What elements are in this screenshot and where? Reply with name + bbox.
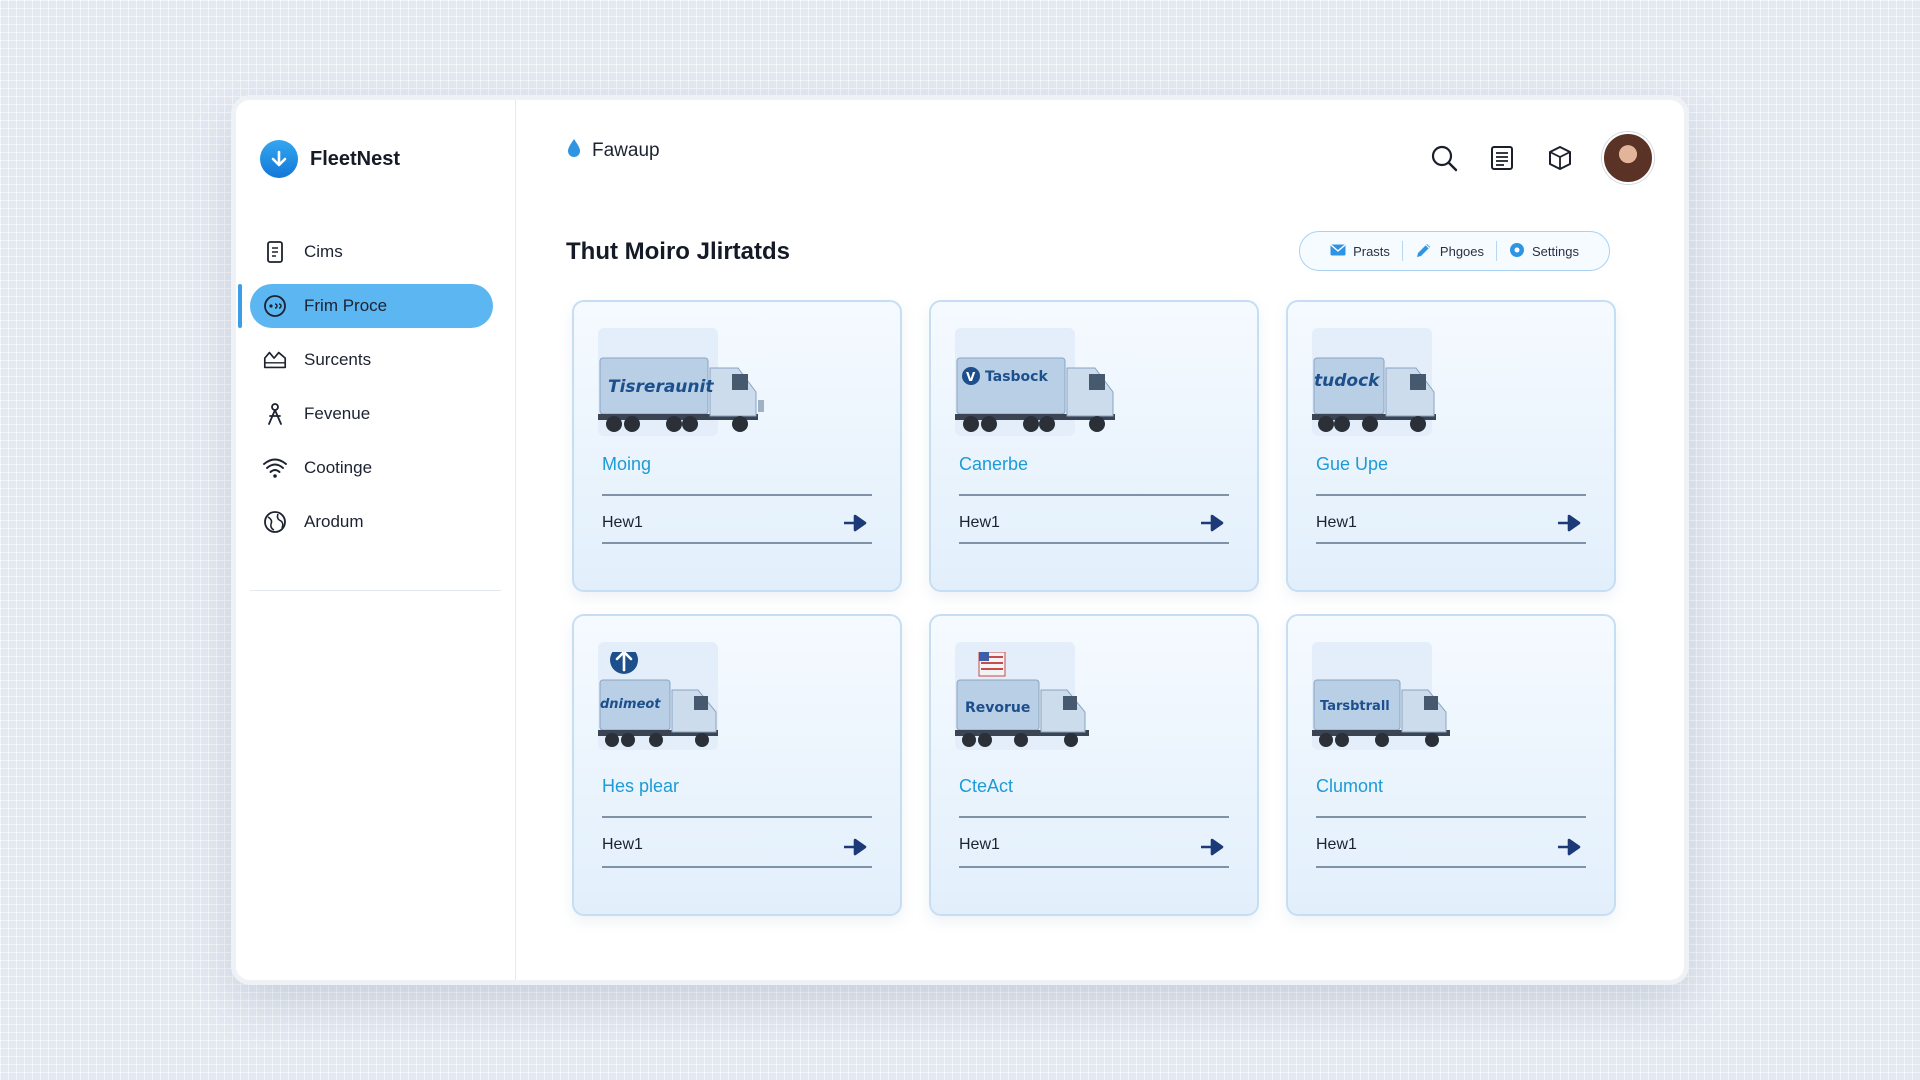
segment-label: Phgoes [1439,243,1485,259]
truck-image: V Tasbock [955,357,1115,432]
app-window: FleetNest Cims Frim Proce Surcents Feven… [236,100,1684,980]
card-footer: Hew1 [602,836,643,853]
svg-text:V: V [966,370,976,384]
card-title: CteAct [959,776,1014,796]
fleet-card[interactable]: Revorue CteAct Hew1 [929,614,1259,916]
card-footer: Hew1 [1316,836,1357,853]
truck-image: tudock [1312,357,1436,432]
sidebar-item-label: Frim Proce [304,296,388,315]
card-divider [602,542,872,544]
card-footer: Hew1 [959,514,1000,531]
card-divider [602,866,872,868]
truck-image: dnimeot [598,652,718,747]
truck-image: Tarsbtrall [1312,679,1450,747]
box-icon[interactable] [1544,142,1576,174]
pencil-icon [1415,241,1433,262]
card-divider [1316,542,1586,544]
arrow-right-icon[interactable] [1556,838,1582,856]
sidebar-nav: Cims Frim Proce Surcents Fevenue Cooting… [236,230,515,554]
header-title: Fawaup [566,138,660,164]
fleet-card[interactable]: dnimeot Hes plear Hew1 [572,614,902,916]
wifi-icon [262,455,288,481]
truck-image: Tisreraunit [598,357,764,432]
segment-phgoes[interactable]: Phgoes [1403,241,1496,262]
sidebar: FleetNest Cims Frim Proce Surcents Feven… [236,100,516,980]
card-divider [959,866,1229,868]
list-icon[interactable] [1486,142,1518,174]
card-divider [1316,866,1586,868]
sidebar-item-surcents[interactable]: Surcents [236,338,515,382]
arrow-right-icon[interactable] [1556,514,1582,532]
sidebar-item-label: Fevenue [304,404,371,423]
sidebar-item-label: Surcents [304,350,372,369]
fleet-card[interactable]: Tarsbtrall Clumont Hew1 [1286,614,1616,916]
segment-prasts[interactable]: Prasts [1318,244,1402,259]
person-icon [262,401,288,427]
fleet-card[interactable]: V Tasbock Canerbe Hew1 [929,300,1259,592]
page-title: Thut Moiro Jlirtatds [566,238,790,265]
sidebar-item-fevenue[interactable]: Fevenue [236,392,515,436]
segmented-control: Prasts Phgoes Settings [1299,231,1610,271]
card-title: Gue Upe [1316,454,1389,474]
truck-label: dnimeot [600,697,661,712]
card-footer: Hew1 [602,514,643,531]
truck-label: Revorue [965,700,1030,716]
card-title: Clumont [1316,776,1384,796]
brand-name: FleetNest [310,147,401,170]
card-divider [602,816,872,818]
card-divider [1316,816,1586,818]
truck-label: Tasbock [985,369,1048,385]
top-header: Fawaup [516,100,1684,200]
search-icon[interactable] [1428,142,1460,174]
card-footer: Hew1 [1316,514,1357,531]
segment-label: Settings [1532,243,1579,259]
chat-icon [262,293,288,319]
flag-icon [978,652,1006,677]
card-divider [959,816,1229,818]
document-icon [262,239,288,265]
droplet-icon [566,138,582,164]
sidebar-item-label: Cims [304,242,343,261]
header-actions [1428,132,1654,184]
arrow-right-icon[interactable] [1199,838,1225,856]
crown-icon [262,347,288,373]
sidebar-item-arodum[interactable]: Arodum [236,500,515,544]
card-grid: Tisreraunit Moing Hew1 V Tasbock Canerbe… [572,300,1616,916]
sidebar-item-cootinge[interactable]: Cootinge [236,446,515,490]
sidebar-item-label: Arodum [304,512,364,531]
brand-logo-icon [260,140,298,178]
truck-image: Revorue [955,652,1089,747]
header-title-text: Fawaup [592,140,660,161]
gear-icon [1509,242,1525,261]
sidebar-divider [250,590,501,591]
card-title: Canerbe [959,454,1029,474]
arrow-right-icon[interactable] [842,838,868,856]
brand[interactable]: FleetNest [260,140,400,178]
card-divider [959,542,1229,544]
arrow-right-icon[interactable] [1199,514,1225,532]
truck-label: Tisreraunit [608,377,714,397]
truck-label: tudock [1314,371,1381,391]
mail-icon [1330,243,1346,259]
globe-icon [262,509,288,535]
card-title: Hes plear [602,776,680,796]
card-divider [602,494,872,496]
card-divider [959,494,1229,496]
avatar[interactable] [1602,132,1654,184]
segment-settings[interactable]: Settings [1497,242,1591,261]
fleet-card[interactable]: tudock Gue Upe Hew1 [1286,300,1616,592]
active-indicator [238,284,242,328]
card-title: Moing [602,454,652,474]
truck-label: Tarsbtrall [1320,699,1390,714]
card-divider [1316,494,1586,496]
sidebar-item-frim-proce[interactable]: Frim Proce [236,284,515,328]
sidebar-item-label: Cootinge [304,458,373,477]
card-footer: Hew1 [959,836,1000,853]
fleet-card[interactable]: Tisreraunit Moing Hew1 [572,300,902,592]
arrow-right-icon[interactable] [842,514,868,532]
sidebar-item-cims[interactable]: Cims [236,230,515,274]
segment-label: Prasts [1353,243,1390,259]
